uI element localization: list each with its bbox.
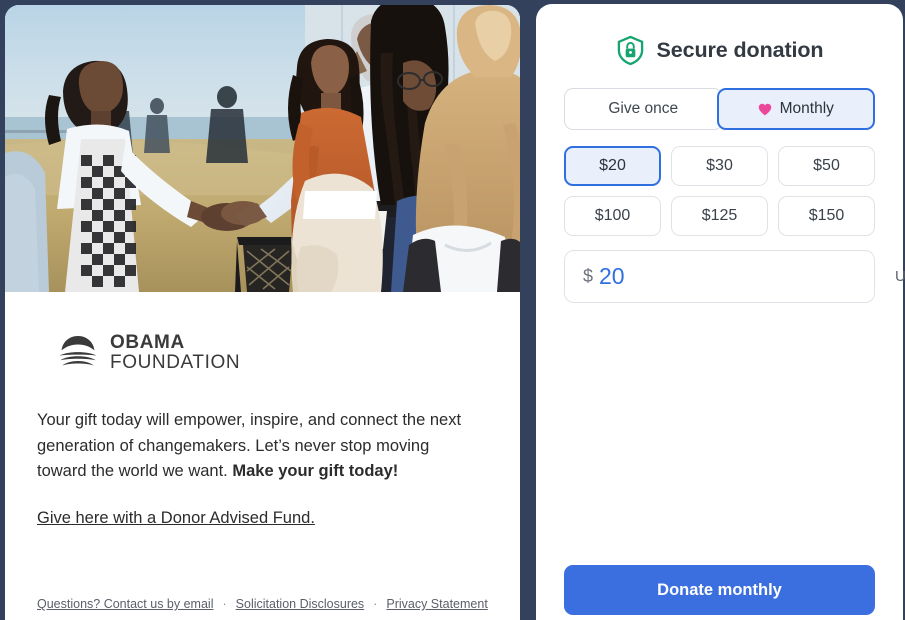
brand-name-line2: FOUNDATION	[110, 352, 241, 373]
amount-option-100[interactable]: $100	[564, 196, 661, 236]
shield-lock-icon	[617, 35, 643, 66]
frequency-option-give-once-label: Give once	[608, 100, 679, 117]
form-spacer	[564, 303, 875, 565]
campaign-info-card: OBAMA FOUNDATION Your gift today will em…	[5, 5, 520, 620]
donor-advised-fund-link[interactable]: Give here with a Donor Advised Fund.	[37, 509, 315, 528]
amount-options-grid: $20 $30 $50 $100 $125 $150	[564, 146, 875, 236]
amount-option-30[interactable]: $30	[671, 146, 768, 186]
donate-submit-button[interactable]: Donate monthly	[564, 565, 875, 615]
footer-link-privacy-statement[interactable]: Privacy Statement	[386, 597, 487, 611]
brand-name-line1: OBAMA	[110, 332, 185, 354]
footer-separator-2: ·	[373, 597, 378, 611]
footer-links: Questions? Contact us by email · Solicit…	[37, 597, 488, 611]
campaign-pitch-emphasis: Make your gift today!	[232, 462, 399, 481]
frequency-option-give-once[interactable]: Give once	[564, 88, 723, 130]
obama-foundation-logo: OBAMA FOUNDATION	[57, 332, 490, 374]
campaign-pitch: Your gift today will empower, inspire, a…	[37, 408, 483, 485]
secure-donation-title: Secure donation	[656, 38, 824, 62]
hero-photo	[5, 5, 520, 292]
amount-option-150[interactable]: $150	[778, 196, 875, 236]
currency-code-label: USD	[895, 268, 905, 285]
footer-link-contact[interactable]: Questions? Contact us by email	[37, 597, 213, 611]
secure-donation-header: Secure donation	[564, 35, 875, 66]
footer-separator-1: ·	[222, 597, 227, 611]
obama-foundation-mark-icon	[59, 335, 97, 366]
frequency-option-monthly-label: Monthly	[779, 100, 834, 117]
campaign-info-body: OBAMA FOUNDATION Your gift today will em…	[5, 292, 520, 620]
custom-amount-input[interactable]	[599, 263, 896, 290]
donation-form-card: Secure donation Give once Monthly $20 $3…	[536, 4, 905, 620]
heart-icon	[758, 103, 771, 115]
currency-symbol: $	[583, 266, 594, 286]
amount-option-20[interactable]: $20	[564, 146, 661, 186]
currency-selector[interactable]: USD	[895, 268, 905, 285]
frequency-toggle-group: Give once Monthly	[564, 88, 875, 130]
custom-amount-field[interactable]: $ USD	[564, 250, 905, 303]
frequency-option-monthly[interactable]: Monthly	[716, 88, 875, 130]
amount-option-125[interactable]: $125	[671, 196, 768, 236]
footer-link-solicitation-disclosures[interactable]: Solicitation Disclosures	[236, 597, 365, 611]
amount-option-50[interactable]: $50	[778, 146, 875, 186]
